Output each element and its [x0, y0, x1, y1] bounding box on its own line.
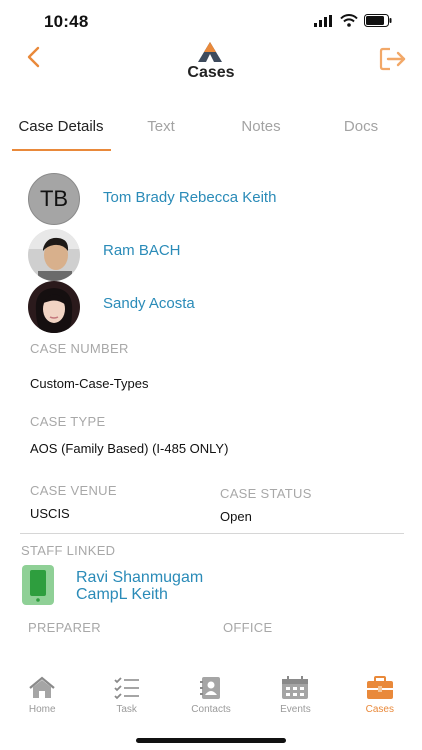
wifi-icon: [340, 14, 358, 27]
tab-docs[interactable]: Docs: [311, 116, 411, 152]
case-status-label: CASE STATUS: [220, 486, 312, 501]
tab-text[interactable]: Text: [111, 116, 211, 152]
nav-home-label: Home: [28, 704, 56, 715]
section-divider: [20, 533, 404, 534]
contact-name-3[interactable]: Sandy Acosta: [103, 295, 195, 312]
case-number-label: CASE NUMBER: [30, 341, 129, 356]
tab-case-details[interactable]: Case Details: [11, 116, 111, 152]
battery-icon: [364, 14, 392, 27]
case-status-value: Open: [220, 509, 252, 524]
preparer-label: PREPARER: [28, 620, 101, 635]
active-tab-indicator: [12, 149, 111, 151]
nav-cases-label: Cases: [365, 704, 394, 715]
calendar-icon: [282, 676, 309, 699]
briefcase-icon: [366, 676, 393, 699]
nav-task-label: Task: [116, 704, 137, 715]
case-venue-value: USCIS: [30, 506, 70, 521]
nav-events-label: Events: [280, 704, 311, 715]
case-type-label: CASE TYPE: [30, 414, 106, 429]
contacts-icon: [200, 677, 221, 699]
logout-icon[interactable]: [378, 46, 408, 72]
case-number-value: Custom-Case-Types: [30, 376, 149, 391]
staff-linked-label: STAFF LINKED: [21, 543, 116, 558]
avatar-photo[interactable]: [28, 229, 80, 281]
task-list-icon: [113, 677, 139, 700]
nav-contacts[interactable]: Contacts: [169, 676, 253, 726]
nav-cases[interactable]: Cases: [338, 676, 422, 726]
case-tabs: Case Details Text Notes Docs: [0, 116, 422, 152]
status-icons: [314, 14, 392, 27]
case-venue-label: CASE VENUE: [30, 483, 117, 498]
tab-notes[interactable]: Notes: [211, 116, 311, 152]
bottom-nav: Home Task Contacts Events Cases: [0, 676, 422, 726]
person-photo-icon: [28, 281, 80, 333]
avatar-photo[interactable]: [28, 281, 80, 333]
staff-name-line1[interactable]: Ravi Shanmugam: [76, 569, 203, 587]
nav-events[interactable]: Events: [253, 676, 337, 726]
nav-contacts-label: Contacts: [191, 704, 231, 715]
case-type-value: AOS (Family Based) (I-485 ONLY): [30, 441, 229, 456]
contact-name-2[interactable]: Ram BACH: [103, 242, 181, 259]
staff-phone-icon[interactable]: [22, 565, 54, 605]
avatar-initials[interactable]: TB: [28, 173, 80, 225]
page-title: Cases: [187, 64, 235, 81]
home-indicator: [136, 738, 286, 743]
office-label: OFFICE: [223, 620, 273, 635]
nav-home[interactable]: Home: [0, 676, 84, 726]
contact-name-1[interactable]: Tom Brady Rebecca Keith: [103, 189, 276, 206]
nav-task[interactable]: Task: [84, 676, 168, 726]
home-icon: [29, 676, 55, 698]
status-time: 10:48: [44, 12, 89, 31]
person-photo-icon: [28, 229, 80, 281]
app-logo-icon: [198, 42, 222, 62]
signal-icon: [314, 14, 332, 27]
staff-name-line2[interactable]: CampL Keith: [76, 586, 168, 604]
